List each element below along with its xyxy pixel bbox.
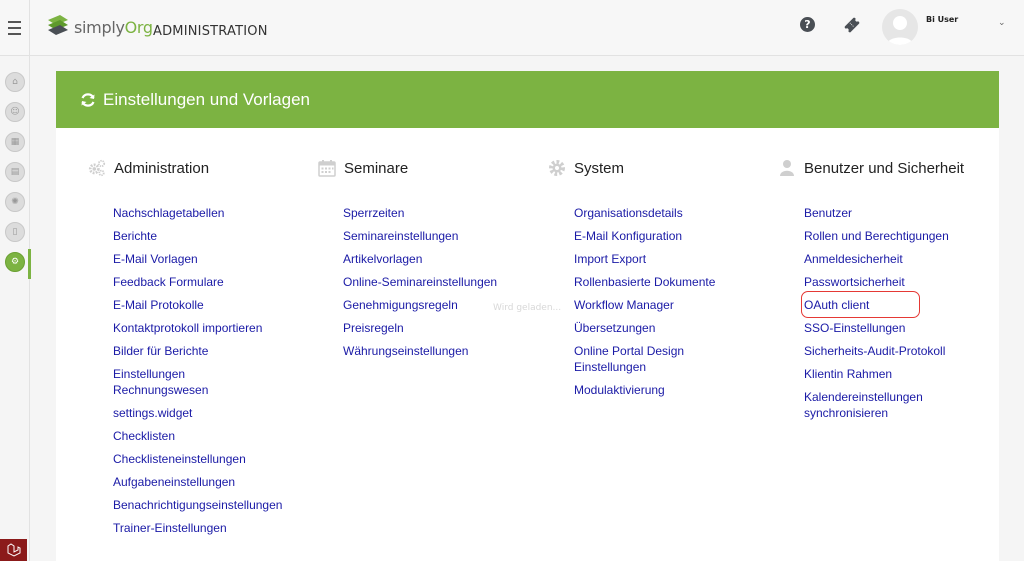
link-checklisten[interactable]: Checklisten: [113, 428, 303, 444]
link-trainer-einstellungen[interactable]: Trainer-Einstellungen: [113, 520, 303, 536]
column-header: Benutzer und Sicherheit: [778, 157, 964, 179]
link-benutzer[interactable]: Benutzer: [804, 205, 994, 221]
column-header: System: [548, 157, 624, 179]
link-settings-widget[interactable]: settings.widget: [113, 405, 303, 421]
link-aufgabeneinstellungen[interactable]: Aufgabeneinstellungen: [113, 474, 303, 490]
link-import-export[interactable]: Import Export: [574, 251, 764, 267]
menu-toggle-button[interactable]: [0, 0, 30, 56]
avatar[interactable]: [882, 9, 918, 45]
ticket-icon[interactable]: [843, 16, 861, 34]
link-email-konfiguration[interactable]: E-Mail Konfiguration: [574, 228, 764, 244]
logo-books-icon: [48, 15, 68, 35]
gear-icon: [549, 160, 565, 176]
hamburger-icon: [8, 19, 21, 37]
link-passwortsicherheit[interactable]: Passwortsicherheit: [804, 274, 994, 290]
link-kalendereinstellungen-synchronisieren[interactable]: Kalendereinstellungen synchronisieren: [804, 389, 939, 421]
gears-icon: [88, 159, 106, 177]
link-artikelvorlagen[interactable]: Artikelvorlagen: [343, 251, 533, 267]
link-waehrungseinstellungen[interactable]: Währungseinstellungen: [343, 343, 533, 359]
column-system: System Organisationsdetails E-Mail Konfi…: [548, 157, 715, 397]
app-logo[interactable]: simplyOrg: [46, 12, 153, 42]
column-header: Seminare: [318, 157, 408, 179]
settings-panel: Einstellungen und Vorlagen Administratio…: [56, 71, 999, 561]
top-header: simplyOrg ADMINISTRATION ? Bi User ⌄: [0, 0, 1024, 56]
link-klientin-rahmen[interactable]: Klientin Rahmen: [804, 366, 994, 382]
column-header: Administration: [88, 157, 209, 179]
column-title: Administration: [114, 159, 210, 177]
link-email-vorlagen[interactable]: E-Mail Vorlagen: [113, 251, 303, 267]
column-benutzer-sicherheit: Benutzer und Sicherheit Benutzer Rollen …: [778, 157, 964, 420]
link-anmeldesicherheit[interactable]: Anmeldesicherheit: [804, 251, 994, 267]
sun-icon[interactable]: ✺: [5, 192, 25, 212]
building-icon[interactable]: ▦: [5, 132, 25, 152]
calendar-icon[interactable]: ▤: [5, 162, 25, 182]
link-bilder-fuer-berichte[interactable]: Bilder für Berichte: [113, 343, 303, 359]
link-nachschlagetabellen[interactable]: Nachschlagetabellen: [113, 205, 303, 221]
user-name[interactable]: Bi User: [926, 15, 958, 24]
link-email-protokolle[interactable]: E-Mail Protokolle: [113, 297, 303, 313]
link-online-portal-design[interactable]: Online Portal Design Einstellungen: [574, 343, 704, 375]
logo-text: simplyOrg: [74, 17, 153, 37]
calendar-icon: [318, 160, 336, 177]
settings-icon[interactable]: ⚙: [5, 252, 25, 272]
link-workflow-manager[interactable]: Workflow Manager: [574, 297, 764, 313]
home-icon[interactable]: ⌂: [5, 72, 25, 92]
link-preisregeln[interactable]: Preisregeln: [343, 320, 533, 336]
user-silhouette-icon: [887, 16, 913, 45]
laravel-logo-icon: [7, 543, 20, 557]
oauth-highlight-box: [801, 291, 920, 318]
link-sso-einstellungen[interactable]: SSO-Einstellungen: [804, 320, 994, 336]
column-administration: Administration Nachschlagetabellen Beric…: [88, 157, 282, 535]
chevron-down-icon[interactable]: ⌄: [998, 18, 1006, 28]
link-checklisteneinstellungen[interactable]: Checklisteneinstellungen: [113, 451, 303, 467]
link-sicherheits-audit-protokoll[interactable]: Sicherheits-Audit-Protokoll: [804, 343, 994, 359]
panel-title: Einstellungen und Vorlagen: [103, 89, 310, 109]
link-list: Organisationsdetails E-Mail Konfiguratio…: [574, 205, 764, 405]
link-list: Nachschlagetabellen Berichte E-Mail Vorl…: [113, 205, 303, 543]
panel-header: Einstellungen und Vorlagen: [56, 71, 999, 128]
link-einstellungen-rechnungswesen[interactable]: Einstellungen Rechnungswesen: [113, 366, 223, 398]
link-benachrichtigungseinstellungen[interactable]: Benachrichtigungseinstellungen: [113, 497, 303, 513]
help-icon[interactable]: ?: [800, 17, 815, 32]
users-icon[interactable]: ☺: [5, 102, 25, 122]
column-title: System: [574, 159, 625, 177]
loading-indicator: Wird geladen...: [493, 303, 562, 313]
user-icon: [780, 160, 794, 176]
column-title: Seminare: [344, 159, 409, 177]
link-rollenbasierte-dokumente[interactable]: Rollenbasierte Dokumente: [574, 274, 764, 290]
column-seminare: Seminare Sperrzeiten Seminareinstellunge…: [318, 157, 497, 358]
link-sperrzeiten[interactable]: Sperrzeiten: [343, 205, 533, 221]
link-modulaktivierung[interactable]: Modulaktivierung: [574, 382, 764, 398]
active-indicator: [28, 249, 31, 279]
link-list: Sperrzeiten Seminareinstellungen Artikel…: [343, 205, 533, 366]
link-rollen-und-berechtigungen[interactable]: Rollen und Berechtigungen: [804, 228, 994, 244]
page-section-title: ADMINISTRATION: [153, 24, 268, 39]
link-uebersetzungen[interactable]: Übersetzungen: [574, 320, 764, 336]
document-icon[interactable]: ▯: [5, 222, 25, 242]
link-online-seminareinstellungen[interactable]: Online-Seminareinstellungen: [343, 274, 533, 290]
link-organisationsdetails[interactable]: Organisationsdetails: [574, 205, 764, 221]
column-title: Benutzer und Sicherheit: [804, 159, 965, 177]
refresh-icon: [81, 92, 95, 107]
link-feedback-formulare[interactable]: Feedback Formulare: [113, 274, 303, 290]
link-seminareinstellungen[interactable]: Seminareinstellungen: [343, 228, 533, 244]
link-kontaktprotokoll-importieren[interactable]: Kontaktprotokoll importieren: [113, 320, 303, 336]
left-nav-rail: ⌂ ☺ ▦ ▤ ✺ ▯ ⚙: [0, 56, 31, 561]
laravel-icon[interactable]: [0, 539, 27, 561]
link-berichte[interactable]: Berichte: [113, 228, 303, 244]
